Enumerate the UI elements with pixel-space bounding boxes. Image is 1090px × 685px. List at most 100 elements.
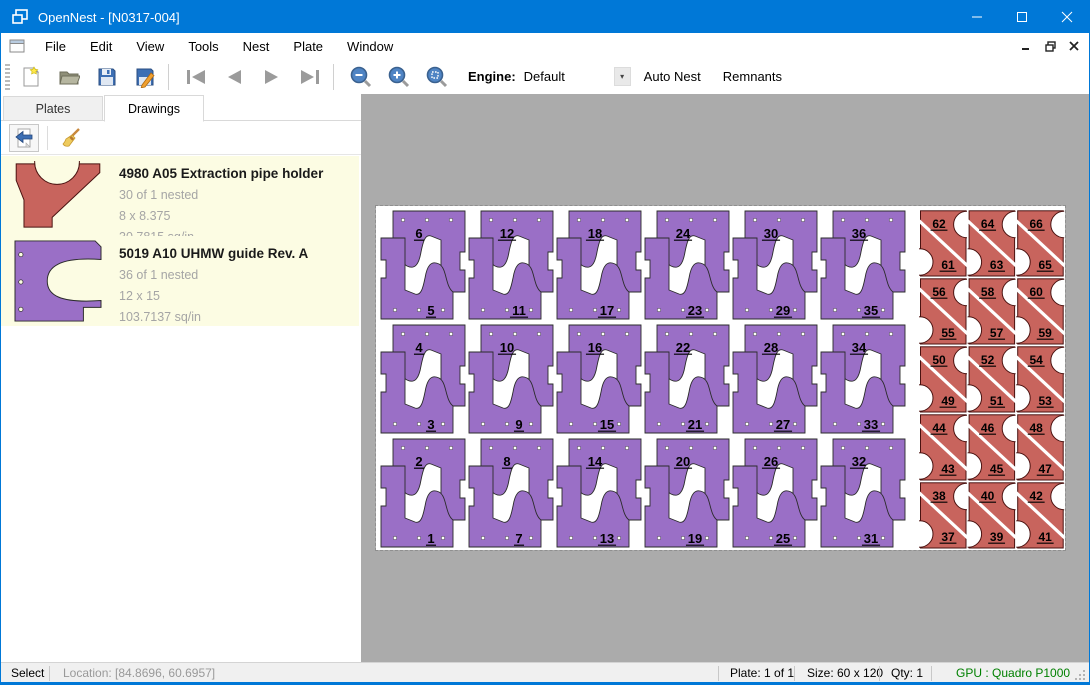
statusbar: Select Location: [84.8696, 60.6957] Plat…	[1, 662, 1089, 684]
part-number-label: 58	[981, 285, 995, 299]
nest-pair-purple[interactable]: 1413	[557, 439, 641, 547]
part-number-label: 18	[588, 226, 602, 241]
iconbar-separator	[47, 126, 48, 150]
resize-grip[interactable]	[1074, 669, 1086, 681]
part-number-label: 60	[1030, 285, 1044, 299]
zoom-fit-icon	[425, 65, 449, 89]
nest-layout[interactable]: 6512111817242330293635431091615222128273…	[376, 206, 1065, 550]
nest-pair-purple[interactable]: 1817	[557, 211, 641, 319]
status-plate: Plate: 1 of 1	[730, 666, 794, 680]
nest-pair-purple[interactable]: 3433	[821, 325, 905, 433]
nest-pair-purple[interactable]: 2827	[733, 325, 817, 433]
menu-nest[interactable]: Nest	[231, 35, 282, 58]
menu-window[interactable]: Window	[335, 35, 405, 58]
content-area: Plates Drawings	[1, 94, 1089, 662]
nest-pair-purple[interactable]: 65	[381, 211, 465, 319]
part-number-label: 52	[981, 353, 995, 367]
first-plate-button[interactable]	[179, 63, 213, 91]
nest-pair-purple[interactable]: 3635	[821, 211, 905, 319]
drawing-list-item[interactable]: 4980 A05 Extraction pipe holder 30 of 1 …	[1, 156, 359, 236]
new-button[interactable]	[14, 63, 48, 91]
menu-file[interactable]: File	[33, 35, 78, 58]
status-separator	[49, 666, 50, 681]
open-button[interactable]	[52, 63, 86, 91]
zoom-out-button[interactable]	[344, 63, 378, 91]
last-arrow-icon	[298, 66, 322, 88]
toolbar-grip[interactable]	[5, 64, 10, 90]
auto-nest-button[interactable]: Auto Nest	[635, 64, 710, 89]
mdi-close-button[interactable]	[1065, 37, 1083, 55]
engine-dropdown-arrow-icon[interactable]: ▾	[614, 67, 631, 86]
maximize-button[interactable]	[999, 1, 1044, 33]
nest-pair-purple[interactable]: 21	[381, 439, 465, 547]
mdi-restore-icon	[1045, 41, 1056, 52]
titlebar: OpenNest - [N0317-004]	[1, 1, 1089, 33]
part-number-label: 38	[932, 489, 946, 503]
nest-pair-purple[interactable]: 3231	[821, 439, 905, 547]
status-separator	[879, 666, 880, 681]
zoom-in-button[interactable]	[382, 63, 416, 91]
menu-plate[interactable]: Plate	[281, 35, 335, 58]
part-number-label: 62	[932, 217, 946, 231]
plate-sheet[interactable]: 6512111817242330293635431091615222128273…	[376, 206, 1065, 550]
nest-pair-purple[interactable]: 1211	[469, 211, 553, 319]
tab-drawings[interactable]: Drawings	[104, 95, 204, 122]
nest-pair-purple[interactable]: 87	[469, 439, 553, 547]
open-folder-icon	[58, 66, 80, 88]
sidebar-panel: Plates Drawings	[1, 94, 361, 662]
nest-pair-purple[interactable]: 2019	[645, 439, 729, 547]
drawing-size: 12 x 15	[119, 286, 308, 307]
clear-drawings-button[interactable]	[56, 124, 86, 152]
main-toolbar: Engine: Default ▾ Auto Nest Remnants	[1, 59, 1089, 94]
menu-edit[interactable]: Edit	[78, 35, 124, 58]
zoom-out-icon	[349, 65, 373, 89]
part-number-label: 64	[981, 217, 995, 231]
minimize-button[interactable]	[954, 1, 999, 33]
status-gpu: GPU : Quadro P1000	[956, 666, 1070, 680]
part-number-label: 47	[1039, 462, 1053, 476]
nest-pair-purple[interactable]: 2423	[645, 211, 729, 319]
red-part-thumbnail-icon	[11, 161, 105, 231]
nest-pair-purple[interactable]: 2625	[733, 439, 817, 547]
menu-tools[interactable]: Tools	[176, 35, 230, 58]
engine-combobox[interactable]: Default	[524, 69, 612, 84]
nest-pair-purple[interactable]: 2221	[645, 325, 729, 433]
part-number-label: 20	[676, 454, 690, 469]
nest-pair-purple[interactable]: 109	[469, 325, 553, 433]
remnants-button[interactable]: Remnants	[714, 64, 791, 89]
nest-pair-purple[interactable]: 1615	[557, 325, 641, 433]
nest-pair-purple[interactable]: 43	[381, 325, 465, 433]
part-number-label: 25	[776, 531, 790, 546]
nest-pair-purple[interactable]: 3029	[733, 211, 817, 319]
drawing-size: 8 x 8.375	[119, 206, 323, 227]
part-number-label: 40	[981, 489, 995, 503]
nest-canvas[interactable]: 6512111817242330293635431091615222128273…	[361, 94, 1089, 662]
next-plate-button[interactable]	[255, 63, 289, 91]
previous-arrow-icon	[222, 66, 246, 88]
part-number-label: 27	[776, 417, 790, 432]
part-number-label: 43	[941, 462, 955, 476]
part-number-label: 56	[932, 285, 946, 299]
zoom-fit-button[interactable]	[420, 63, 454, 91]
save-as-button[interactable]	[128, 63, 162, 91]
last-plate-button[interactable]	[293, 63, 327, 91]
menu-view[interactable]: View	[124, 35, 176, 58]
part-number-label: 8	[503, 454, 510, 469]
drawing-nested-count: 36 of 1 nested	[119, 265, 308, 286]
menubar: File Edit View Tools Nest Plate Window	[1, 33, 1089, 59]
drawing-nested-count: 30 of 1 nested	[119, 185, 323, 206]
status-size: Size: 60 x 120	[807, 666, 883, 680]
part-number-label: 19	[688, 531, 702, 546]
purple-part-thumbnail-icon	[11, 238, 105, 324]
part-number-label: 5	[427, 303, 434, 318]
save-button[interactable]	[90, 63, 124, 91]
previous-plate-button[interactable]	[217, 63, 251, 91]
part-number-label: 44	[932, 421, 946, 435]
mdi-restore-button[interactable]	[1041, 37, 1059, 55]
status-location: Location: [84.8696, 60.6957]	[63, 666, 215, 680]
mdi-minimize-button[interactable]	[1017, 37, 1035, 55]
send-to-nest-button[interactable]	[9, 124, 39, 152]
close-button[interactable]	[1044, 1, 1089, 33]
tab-plates[interactable]: Plates	[3, 96, 103, 121]
drawing-list-item[interactable]: 5019 A10 UHMW guide Rev. A 36 of 1 neste…	[1, 236, 359, 326]
